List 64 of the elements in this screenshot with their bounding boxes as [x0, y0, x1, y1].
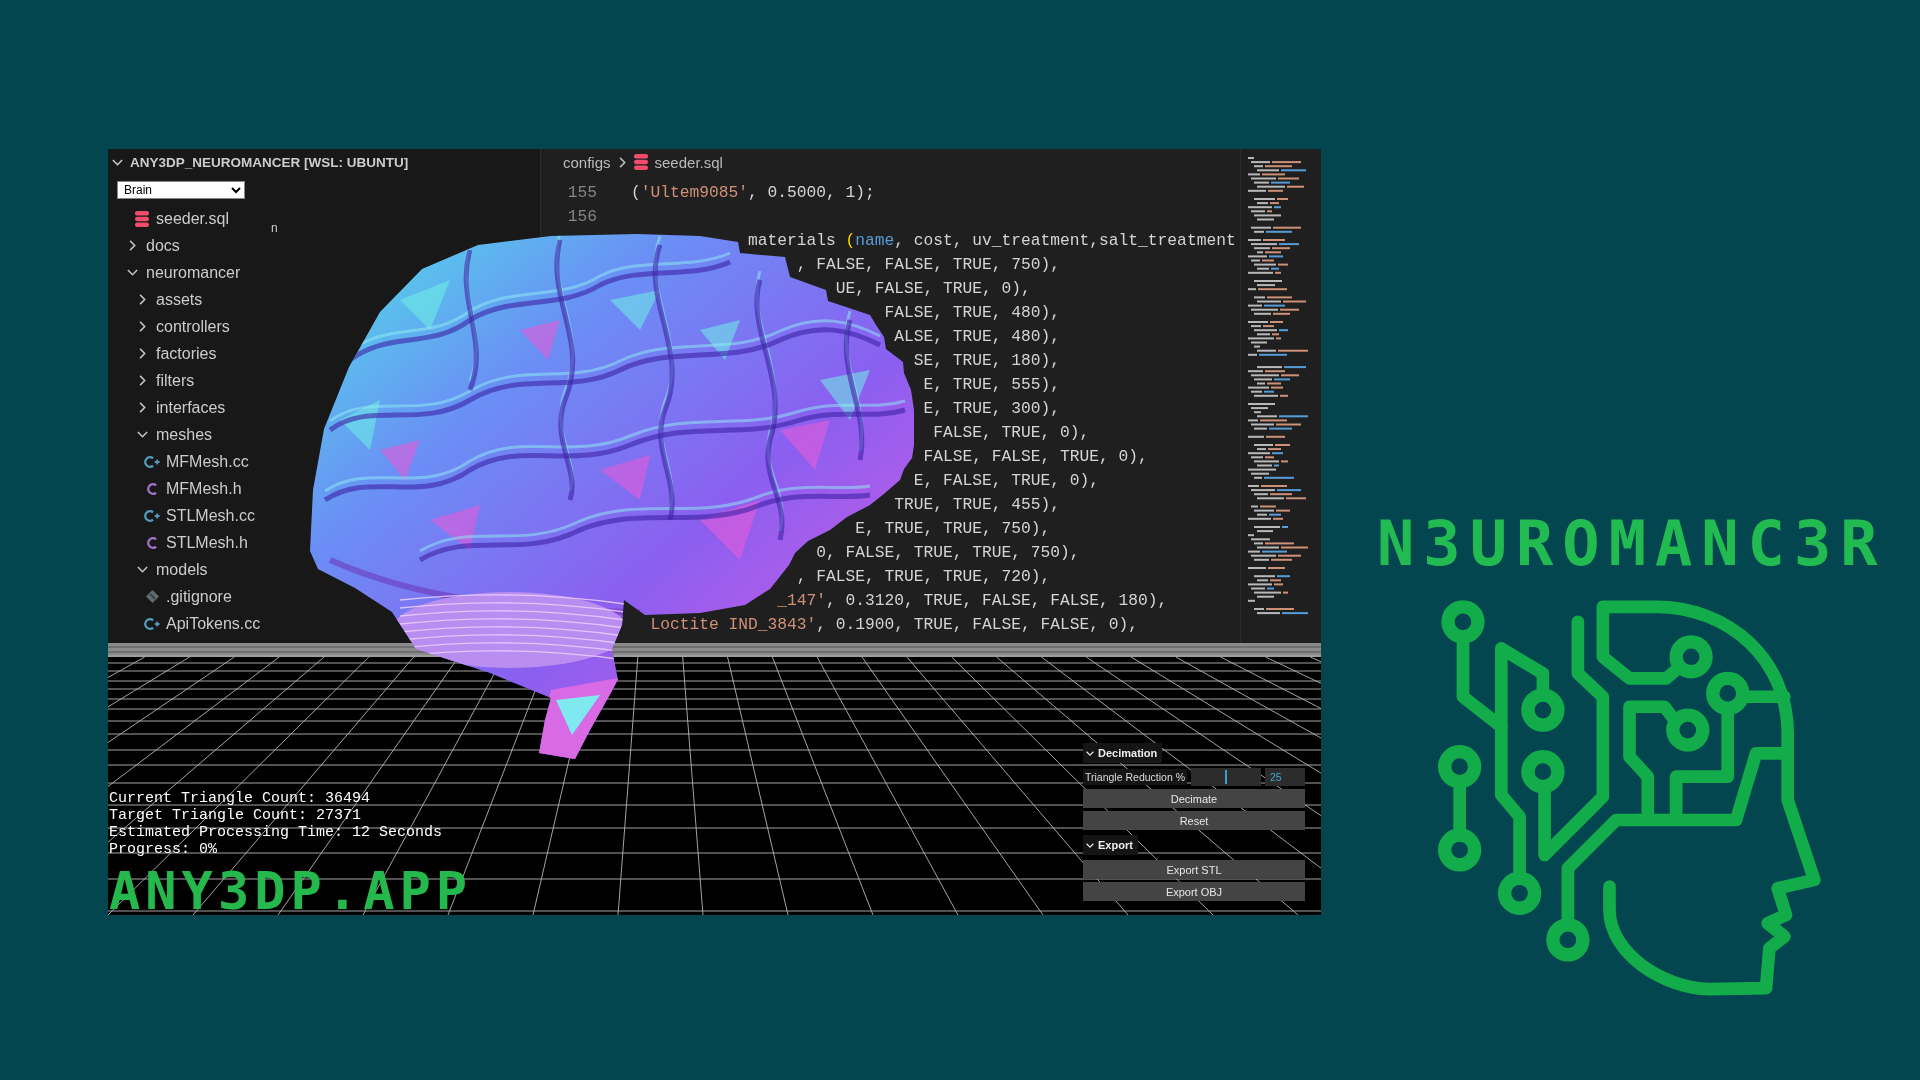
number-field[interactable]: 25	[1265, 768, 1305, 786]
code-line: Loctite IND_3843', 0.1900, TRUE, FALSE, FALSE, 0),	[650, 614, 1139, 636]
action-button[interactable]: Decimate	[1083, 789, 1305, 808]
file-item[interactable]: ApiTokens.cc	[144, 614, 261, 633]
breadcrumb-item[interactable]: seeder.sql	[633, 153, 723, 171]
file-item[interactable]: seeder.sql	[134, 209, 229, 228]
file-item[interactable]: STLMesh.h	[144, 533, 248, 552]
code-line: FALSE, FALSE, TRUE, 0),	[923, 446, 1148, 468]
breadcrumb-item[interactable]: configs	[563, 153, 611, 171]
folder-toggle[interactable]: Export	[1083, 835, 1138, 855]
code-line: SE, TRUE, 180),	[913, 350, 1061, 372]
code-line: ALSE, TRUE, 480),	[894, 326, 1061, 348]
line-number: 155	[567, 182, 597, 204]
folder-item[interactable]: interfaces	[134, 398, 226, 417]
database-icon	[633, 154, 648, 170]
text-fragment: n	[271, 221, 278, 235]
c-plus-icon	[144, 617, 160, 630]
c-plus-icon	[144, 509, 160, 522]
code-line: UE, FALSE, TRUE, 0),	[835, 278, 1031, 300]
c-icon	[147, 482, 157, 495]
circuit-head-icon	[1438, 600, 1821, 996]
file-item[interactable]: STLMesh.cc	[144, 506, 255, 525]
stat-text: Estimated Processing Time: 12 Seconds	[109, 824, 443, 842]
code-line: FALSE, TRUE, 480),	[884, 302, 1061, 324]
folder-item[interactable]: controllers	[134, 317, 230, 336]
folder-item[interactable]: assets	[134, 290, 203, 309]
folder-item[interactable]: filters	[134, 371, 195, 390]
file-item[interactable]: MFMesh.cc	[144, 452, 249, 471]
model-select[interactable]: Brain	[117, 181, 245, 199]
slider-track[interactable]	[1191, 768, 1261, 786]
folder-item[interactable]: neuromancer	[124, 263, 241, 282]
stat-text: Progress: 0%	[109, 841, 218, 859]
code-line: TRUE, TRUE, 455),	[894, 494, 1061, 516]
code-line: E, TRUE, 555),	[923, 374, 1061, 396]
folder-item[interactable]: meshes	[134, 425, 213, 444]
line-number: 156	[567, 206, 597, 228]
code-line: _147', 0.3120, TRUE, FALSE, FALSE, 180),	[777, 590, 1168, 612]
action-button[interactable]: Export OBJ	[1083, 882, 1305, 901]
code-line: , FALSE, FALSE, TRUE, 750),	[796, 254, 1061, 276]
code-line: FALSE, TRUE, 0),	[933, 422, 1090, 444]
diamond-icon	[145, 590, 159, 603]
code-line: ('Ultem9085', 0.5000, 1);	[631, 182, 875, 204]
file-item[interactable]: .gitignore	[144, 587, 232, 606]
code-line: E, TRUE, 300),	[923, 398, 1061, 420]
folder-item[interactable]: models	[134, 560, 208, 579]
stat-text: Current Triangle Count: 36494	[109, 790, 371, 808]
code-line: , FALSE, TRUE, TRUE, 720),	[796, 566, 1051, 588]
chevron-right-icon	[618, 156, 626, 168]
explorer-header[interactable]: ANY3DP_NEUROMANCER [WSL: UBUNTU]	[108, 149, 409, 175]
c-plus-icon	[144, 455, 160, 468]
action-button[interactable]: Reset	[1083, 811, 1305, 830]
code-line: materials (name, cost, uv_treatment,salt_treatment	[748, 230, 1236, 252]
code-line: E, FALSE, TRUE, 0),	[913, 470, 1100, 492]
code-line: E, TRUE, TRUE, 750),	[855, 518, 1051, 540]
logo-title: N3UROMANC3R	[1377, 513, 1887, 575]
c-icon	[147, 536, 157, 549]
folder-item[interactable]: docs	[124, 236, 180, 255]
slider-label: Triangle Reduction %	[1083, 769, 1187, 785]
database-icon	[135, 210, 149, 227]
folder-toggle[interactable]: Decimation	[1083, 743, 1163, 763]
action-button[interactable]: Export STL	[1083, 860, 1305, 879]
code-line: 0, FALSE, TRUE, TRUE, 750),	[816, 542, 1080, 564]
folder-item[interactable]: factories	[134, 344, 217, 363]
file-item[interactable]: MFMesh.h	[144, 479, 242, 498]
